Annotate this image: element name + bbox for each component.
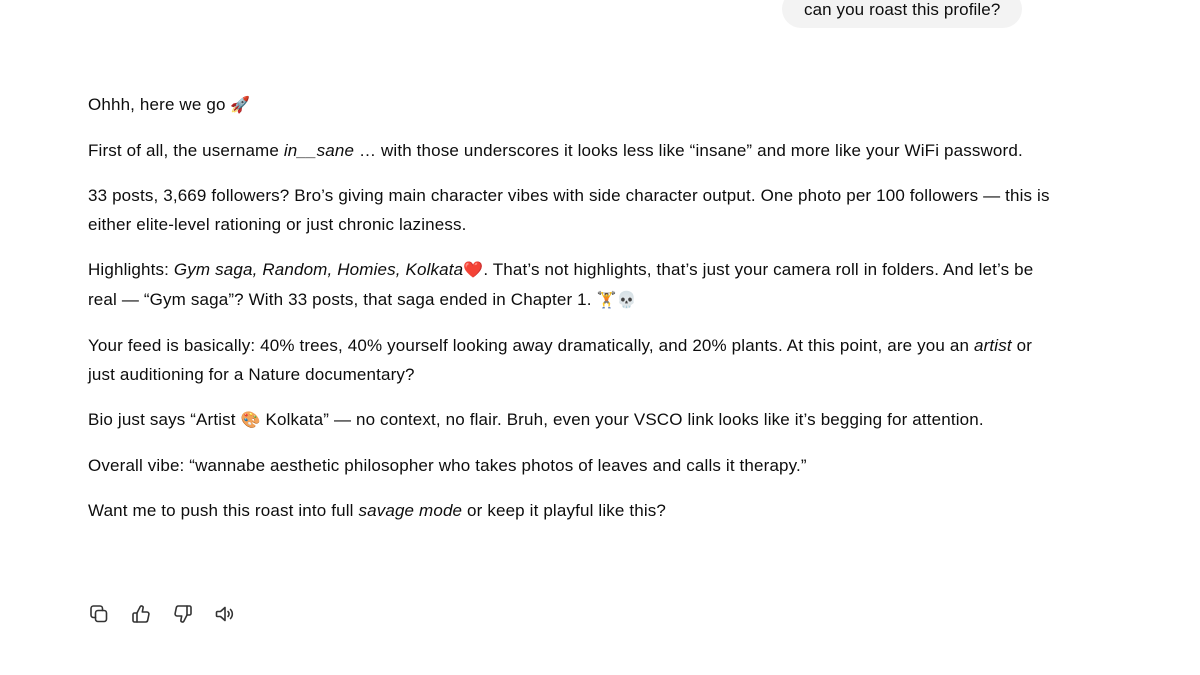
response-paragraph-6: Bio just says “Artist 🎨 Kolkata” — no co… bbox=[88, 410, 984, 429]
response-paragraph-3: 33 posts, 3,669 followers? Bro’s giving … bbox=[88, 186, 1050, 234]
weightlifter-skull-icon: 🏋💀 bbox=[596, 292, 637, 309]
copy-button[interactable] bbox=[88, 603, 110, 625]
rocket-icon: 🚀 bbox=[230, 97, 251, 114]
response-paragraph-4: Highlights: Gym saga, Random, Homies, Ko… bbox=[88, 260, 1034, 309]
copy-icon bbox=[90, 605, 108, 623]
response-paragraph-7: Overall vibe: “wannabe aesthetic philoso… bbox=[88, 456, 807, 475]
user-message-bubble: can you roast this profile? bbox=[782, 0, 1023, 28]
thumbs-down-icon bbox=[174, 605, 192, 623]
username-text: in__sane bbox=[283, 141, 355, 160]
response-action-bar bbox=[88, 603, 236, 625]
assistant-response: Ohhh, here we go 🚀 First of all, the use… bbox=[88, 90, 1063, 541]
read-aloud-button[interactable] bbox=[214, 603, 236, 625]
thumbs-up-button[interactable] bbox=[130, 603, 152, 625]
palette-icon: 🎨 bbox=[240, 412, 261, 429]
thumbs-up-icon bbox=[132, 605, 150, 623]
speaker-icon bbox=[215, 606, 234, 622]
response-paragraph-2: First of all, the username in__sane … wi… bbox=[88, 141, 1023, 160]
artist-text: artist bbox=[973, 336, 1012, 355]
response-paragraph-5: Your feed is basically: 40% trees, 40% y… bbox=[88, 336, 1033, 384]
response-paragraph-8: Want me to push this roast into full sav… bbox=[88, 501, 667, 520]
user-message-text: can you roast this profile? bbox=[804, 0, 1001, 19]
highlights-text: Gym saga, Random, Homies, Kolkata bbox=[173, 260, 464, 279]
savage-mode-text: savage mode bbox=[358, 501, 463, 520]
heart-icon: ❤️ bbox=[463, 262, 484, 279]
response-paragraph-1: Ohhh, here we go 🚀 bbox=[88, 95, 251, 114]
thumbs-down-button[interactable] bbox=[172, 603, 194, 625]
